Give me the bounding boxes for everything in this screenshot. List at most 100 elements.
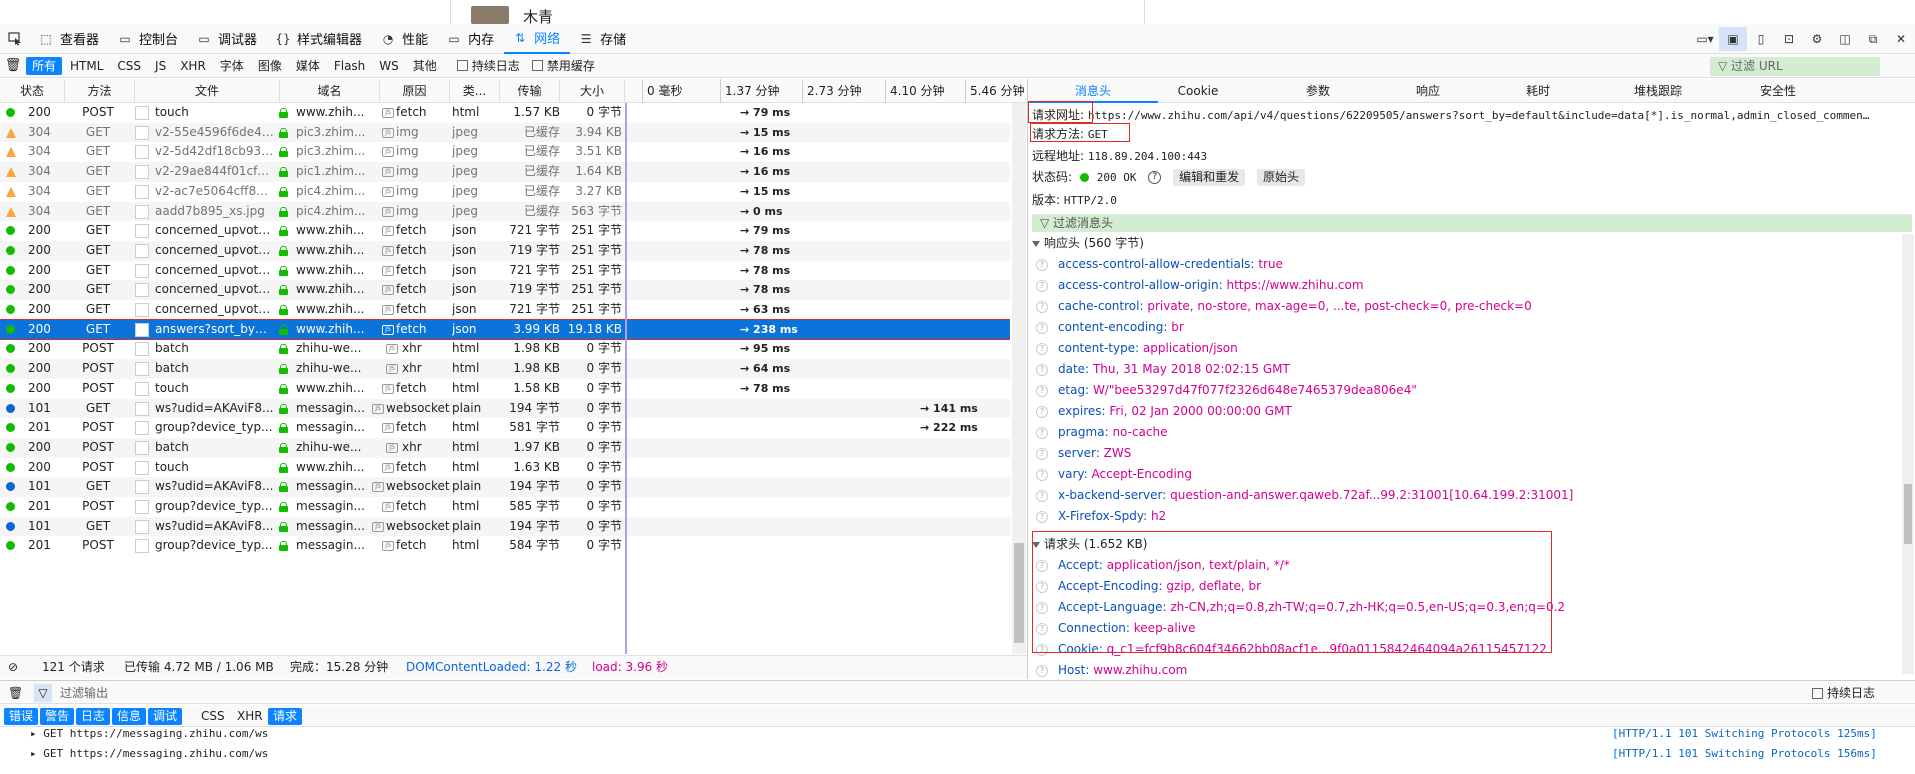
help-icon[interactable]: ? <box>1036 342 1048 355</box>
request-row[interactable]: 200 GET concerned_upvote... www.zhih... JS fe… <box>0 240 1010 261</box>
filter-type-button[interactable]: 所有 <box>26 56 63 75</box>
console-category-button[interactable]: CSS <box>196 708 230 725</box>
response-headers-toggle[interactable]: 响应头 (560 字节) <box>1032 234 1144 252</box>
details-tab[interactable]: 安全性 <box>1718 79 1838 103</box>
tab-style-editor[interactable]: {} 样式编辑器 <box>267 24 372 54</box>
header-line[interactable]: ? access-control-allow-credentials: true <box>1036 255 1283 273</box>
request-row[interactable]: 200 GET concerned_upvote... www.zhih... JS fe… <box>0 261 1010 281</box>
details-tab[interactable]: 耗时 <box>1478 79 1598 103</box>
filter-type-button[interactable]: JS <box>149 57 172 75</box>
console-category-button[interactable]: 信息 <box>112 708 147 725</box>
request-row[interactable]: 101 GET ws?udid=AKAviF8... messagin... JS web… <box>0 398 1010 419</box>
tab-network[interactable]: ⇅ 网络 <box>504 24 571 54</box>
col-domain[interactable]: 域名 <box>280 79 380 103</box>
filter-type-button[interactable]: 图像 <box>252 57 288 75</box>
request-row[interactable]: 201 POST group?device_typ... messagin... JS f… <box>0 536 1010 556</box>
header-line[interactable]: ? content-encoding: br <box>1036 318 1184 336</box>
help-icon[interactable]: ? <box>1036 426 1048 439</box>
details-scrollbar[interactable] <box>1902 234 1914 674</box>
request-row[interactable]: 304 GET v2-55e4596f6de40... pic3.zhim... JS i… <box>0 122 1010 143</box>
col-size[interactable]: 大小 <box>560 79 625 103</box>
console-persist-checkbox[interactable]: 持续日志 <box>1812 681 1875 705</box>
filter-type-button[interactable]: 媒体 <box>290 57 326 75</box>
header-line[interactable]: ? X-Firefox-Spdy: h2 <box>1036 507 1166 525</box>
help-icon[interactable]: ? <box>1036 384 1048 397</box>
separate-window-icon[interactable]: ⧉ <box>1859 27 1887 51</box>
filter-type-button[interactable]: XHR <box>174 57 212 75</box>
expand-arrow-icon[interactable]: ▸ <box>30 747 43 760</box>
request-row[interactable]: 200 POST batch zhihu-we... JS xhr html 1.97 KB 0… <box>0 437 1010 458</box>
request-row[interactable]: 200 POST touch www.zhih... JS fetch html 1.63 K… <box>0 458 1010 478</box>
request-row[interactable]: 304 GET v2-29ae844f01cf4... pic1.zhim... JS i… <box>0 162 1010 182</box>
settings-icon[interactable]: ⚙ <box>1803 27 1831 51</box>
scrollbar-thumb[interactable] <box>1904 484 1912 544</box>
expand-arrow-icon[interactable]: ▸ <box>30 727 43 740</box>
header-line[interactable]: ? Host: www.zhihu.com <box>1036 661 1187 679</box>
request-row[interactable]: 200 POST batch zhihu-we... JS xhr html 1.98 KB 0… <box>0 359 1010 379</box>
header-line[interactable]: ? vary: Accept-Encoding <box>1036 465 1192 483</box>
header-line[interactable]: ? access-control-allow-origin: https://ww… <box>1036 276 1364 294</box>
request-row[interactable]: 200 GET answers?sort_by=... www.zhih... JS fe… <box>0 318 1010 341</box>
request-row[interactable]: 304 GET v2-5d42df18cb93e... pic3.zhim... JS i… <box>0 142 1010 162</box>
scrollbar-thumb[interactable] <box>1014 543 1024 643</box>
details-tab[interactable]: 响应 <box>1368 79 1488 103</box>
header-line[interactable]: ? expires: Fri, 02 Jan 2000 00:00:00 GMT <box>1036 402 1292 420</box>
request-row[interactable]: 200 POST touch www.zhih... JS fetch html 1.58 K… <box>0 379 1010 399</box>
request-row[interactable]: 101 GET ws?udid=AKAviF8... messagin... JS web… <box>0 477 1010 497</box>
console-filter-input[interactable]: 过滤输出 <box>60 681 108 705</box>
disable-cache-checkbox[interactable]: 禁用缓存 <box>531 57 595 74</box>
request-row[interactable]: 101 GET ws?udid=AKAviF8... messagin... JS web… <box>0 516 1010 537</box>
col-file[interactable]: 文件 <box>135 79 280 103</box>
filter-type-button[interactable]: 其他 <box>407 57 443 75</box>
help-icon[interactable]: ? <box>1036 258 1048 271</box>
dock-side-icon[interactable]: ◫ <box>1831 27 1859 51</box>
request-row[interactable]: 201 POST group?device_typ... messagin... JS f… <box>0 497 1010 517</box>
close-icon[interactable]: ✕ <box>1887 27 1915 51</box>
responsive-design-icon[interactable]: ▯ <box>1747 27 1775 51</box>
tab-storage[interactable]: ☰ 存储 <box>570 24 636 54</box>
tab-debugger[interactable]: ▭ 调试器 <box>188 24 267 54</box>
clear-console-icon[interactable]: 🗑 <box>8 681 23 705</box>
screenshot-icon[interactable]: ⊡ <box>1775 27 1803 51</box>
filter-icon[interactable]: ▽ <box>34 684 52 702</box>
clear-trash-icon[interactable]: 🗑 <box>0 54 26 78</box>
header-line[interactable]: ? pragma: no-cache <box>1036 423 1167 441</box>
help-icon[interactable]: ? <box>1036 510 1048 523</box>
request-row[interactable]: 200 GET concerned_upvote... www.zhih... JS fe… <box>0 300 1010 320</box>
request-row[interactable]: 200 POST batch zhihu-we... JS xhr html 1.98 KB 0… <box>0 339 1010 359</box>
console-category-button[interactable]: 请求 <box>268 708 303 725</box>
help-icon[interactable]: ? <box>1036 664 1048 677</box>
console-category-button[interactable]: 调试 <box>148 708 183 725</box>
console-log-line[interactable]: ▸ GET https://messaging.zhihu.com/ws <box>30 727 268 740</box>
request-list-scrollbar[interactable] <box>1012 103 1026 654</box>
request-row[interactable]: 200 POST touch www.zhih... JS fetch html 1.57 K… <box>0 103 1010 123</box>
filter-type-button[interactable]: HTML <box>64 57 109 75</box>
tab-console[interactable]: ▭ 控制台 <box>109 24 188 54</box>
filter-headers-input[interactable]: ▽ 过滤消息头 <box>1032 214 1912 232</box>
help-icon[interactable]: ? <box>1036 279 1048 292</box>
help-icon[interactable]: ? <box>1148 171 1162 184</box>
raw-headers-button[interactable]: 原始头 <box>1256 169 1305 186</box>
console-log-line[interactable]: ▸ GET https://messaging.zhihu.com/ws <box>30 747 268 760</box>
help-icon[interactable]: ? <box>1036 468 1048 481</box>
help-icon[interactable]: ? <box>1036 321 1048 334</box>
request-row[interactable]: 200 GET concerned_upvote... www.zhih... JS fe… <box>0 280 1010 300</box>
request-row[interactable]: 304 GET aadd7b895_xs.jpg pic4.zhim... JS img j… <box>0 201 1010 222</box>
help-icon[interactable]: ? <box>1036 447 1048 460</box>
request-row[interactable]: 201 POST group?device_typ... messagin... JS f… <box>0 418 1010 438</box>
filter-type-button[interactable]: 字体 <box>214 57 250 75</box>
header-line[interactable]: ? cache-control: private, no-store, max-a… <box>1036 297 1532 315</box>
help-icon[interactable]: ? <box>1036 489 1048 502</box>
header-line[interactable]: ? server: ZWS <box>1036 444 1131 462</box>
help-icon[interactable]: ? <box>1036 300 1048 313</box>
col-transfer[interactable]: 传输 <box>500 79 560 103</box>
console-category-button[interactable]: 错误 <box>4 708 39 725</box>
request-row[interactable]: 200 GET concerned_upvote... www.zhih... JS fe… <box>0 221 1010 241</box>
console-category-button[interactable]: XHR <box>232 708 268 725</box>
dock-options-icon[interactable]: ▭▾ <box>1691 27 1719 51</box>
details-tab[interactable]: Cookie <box>1138 79 1258 103</box>
log-status[interactable]: [HTTP/1.1 101 Switching Protocols 156ms] <box>1612 747 1877 760</box>
tab-inspector[interactable]: ⬚ 查看器 <box>30 24 109 54</box>
element-picker-icon[interactable] <box>0 24 30 54</box>
col-status[interactable]: 状态 <box>0 79 65 103</box>
